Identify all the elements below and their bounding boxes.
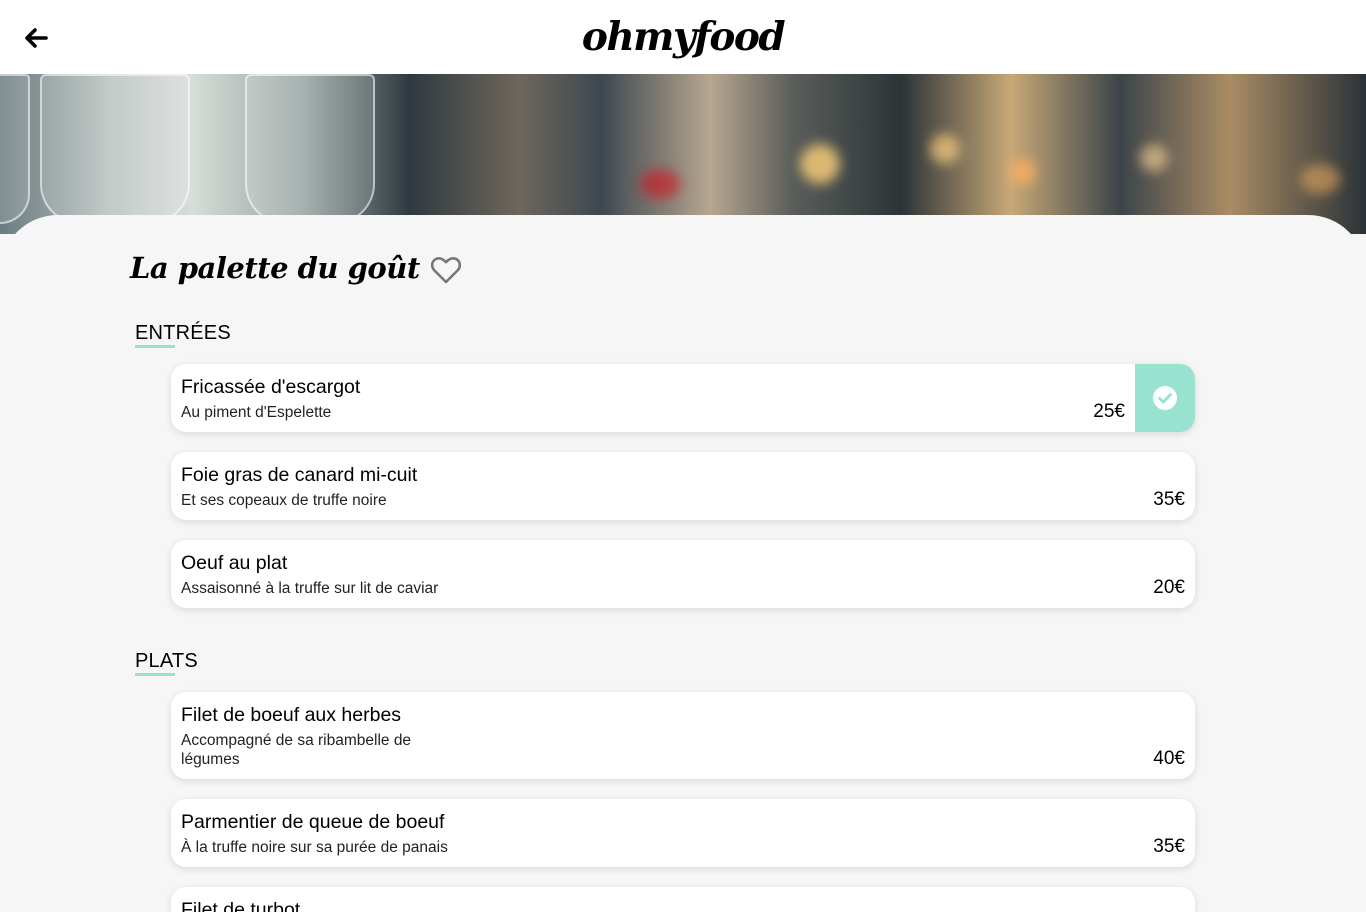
dish-description: Au piment d'Espelette	[181, 404, 332, 421]
section-title-entrees: ENTRÉES	[135, 322, 231, 344]
dish-name: Foie gras de canard mi-cuit	[181, 464, 418, 486]
dish-price: 35€	[1153, 489, 1185, 510]
dish-card[interactable]: Parmentier de queue de boeuf À la truffe…	[171, 799, 1195, 867]
hero-bokeh	[1300, 164, 1340, 194]
hero-bokeh	[1140, 144, 1168, 172]
dish-card[interactable]: Filet de turbot	[171, 887, 1195, 912]
section-underline	[135, 673, 175, 676]
hero-bokeh	[1010, 159, 1036, 185]
dish-name: Filet de boeuf aux herbes	[181, 704, 402, 726]
dish-card[interactable]: Foie gras de canard mi-cuit Et ses copea…	[171, 452, 1195, 520]
dish-card[interactable]: Filet de boeuf aux herbes Accompagné de …	[171, 692, 1195, 779]
dish-name: Fricassée d'escargot	[181, 376, 361, 398]
brand-logo[interactable]: ohmyfood	[0, 12, 1366, 62]
restaurant-title: La palette du goût	[130, 251, 420, 285]
like-button[interactable]	[430, 255, 462, 285]
hero-glass	[245, 74, 375, 224]
dish-card[interactable]: Fricassée d'escargot Au piment d'Espelet…	[171, 364, 1195, 432]
check-circle-icon	[1153, 386, 1177, 410]
dish-description: Assaisonné à la truffe sur lit de caviar	[181, 580, 439, 597]
hero-glass	[40, 74, 190, 224]
top-header: ohmyfood	[0, 0, 1366, 74]
dish-description: À la truffe noire sur sa purée de panais	[181, 839, 448, 856]
section-underline	[135, 345, 175, 348]
hero-bokeh	[930, 134, 960, 164]
dish-price: 20€	[1153, 577, 1185, 598]
dish-name: Filet de turbot	[181, 899, 301, 912]
selected-indicator[interactable]	[1135, 364, 1195, 432]
dish-name: Parmentier de queue de boeuf	[181, 811, 445, 833]
hero-image	[0, 74, 1366, 234]
hero-bokeh	[640, 169, 680, 199]
dish-card[interactable]: Oeuf au plat Assaisonné à la truffe sur …	[171, 540, 1195, 608]
dish-price: 40€	[1153, 748, 1185, 769]
dish-price: 35€	[1153, 836, 1185, 857]
dish-name: Oeuf au plat	[181, 552, 288, 574]
heart-outline-icon	[430, 256, 462, 284]
dish-price: 25€	[1093, 401, 1125, 422]
hero-bokeh	[800, 144, 840, 184]
dish-description: Accompagné de sa ribambelle de légumes	[181, 732, 412, 768]
section-title-plats: PLATS	[135, 650, 198, 672]
dish-description: Et ses copeaux de truffe noire	[181, 492, 387, 509]
hero-glass	[0, 74, 30, 224]
